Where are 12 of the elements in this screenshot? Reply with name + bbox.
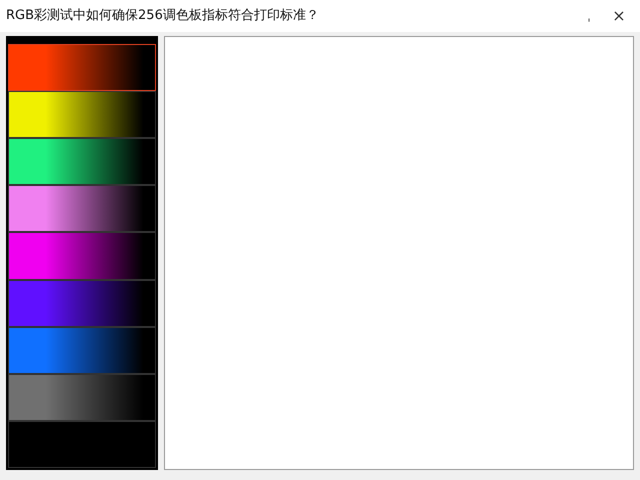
minimize-button[interactable]: ˌ (574, 7, 604, 25)
color-swatch[interactable] (8, 138, 156, 186)
window-title: RGB彩测试中如何确保256调色板指标符合打印标准？ (6, 7, 320, 26)
color-swatch[interactable] (8, 232, 156, 280)
color-swatch[interactable] (8, 326, 156, 374)
color-swatch[interactable] (8, 44, 156, 92)
color-swatch[interactable] (8, 280, 156, 327)
color-swatch[interactable] (8, 91, 156, 138)
color-swatch[interactable] (8, 420, 156, 468)
close-button[interactable]: × (604, 4, 634, 28)
color-swatch[interactable] (8, 185, 156, 232)
color-swatch[interactable] (8, 374, 156, 421)
